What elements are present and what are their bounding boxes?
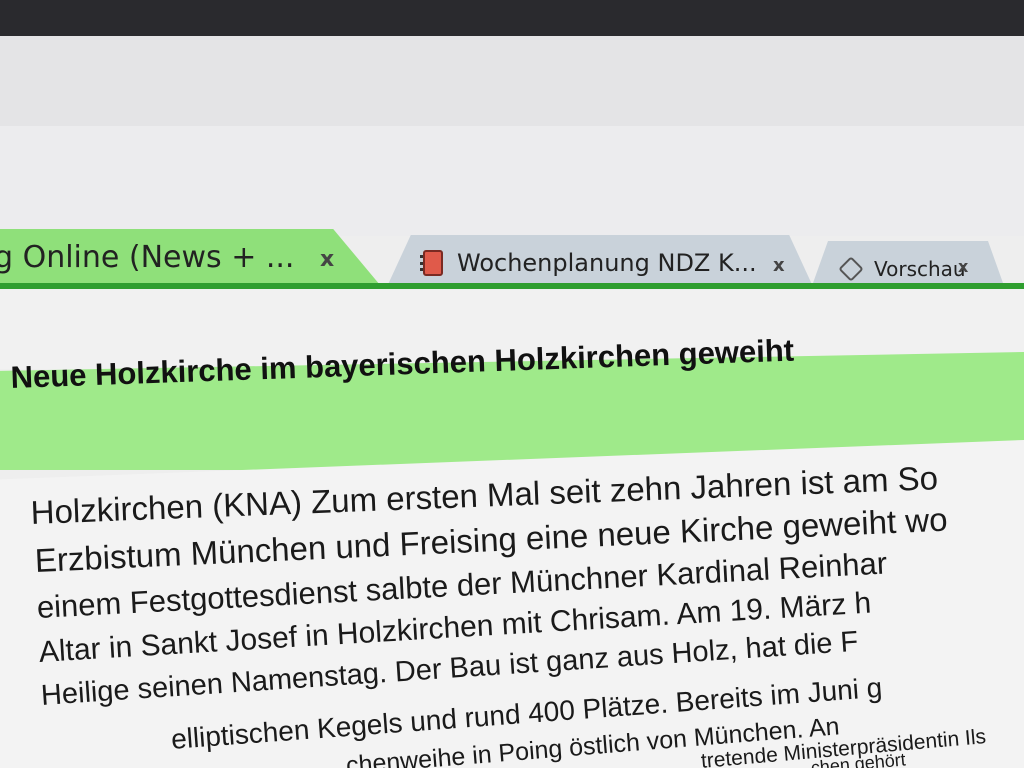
preview-icon: [838, 256, 864, 282]
tab-label: Wochenplanung NDZ K...: [457, 249, 757, 277]
tab-label: Vorschau: [874, 257, 966, 281]
monitor-bezel: [0, 0, 1024, 40]
tab-bar: g Online (News + ... x Wochenplanung NDZ…: [0, 225, 1024, 297]
menu-toolbar: [0, 36, 1024, 127]
browser-window: g Online (News + ... x Wochenplanung NDZ…: [0, 0, 1024, 768]
close-tab-icon[interactable]: x: [773, 255, 785, 276]
tab-label: g Online (News + ...: [0, 239, 295, 275]
notebook-icon: [420, 250, 443, 276]
tab-online-news[interactable]: g Online (News + ... x: [0, 229, 380, 285]
close-tab-icon[interactable]: x: [958, 257, 968, 276]
close-tab-icon[interactable]: x: [320, 247, 334, 272]
address-toolbar: [0, 126, 1024, 236]
